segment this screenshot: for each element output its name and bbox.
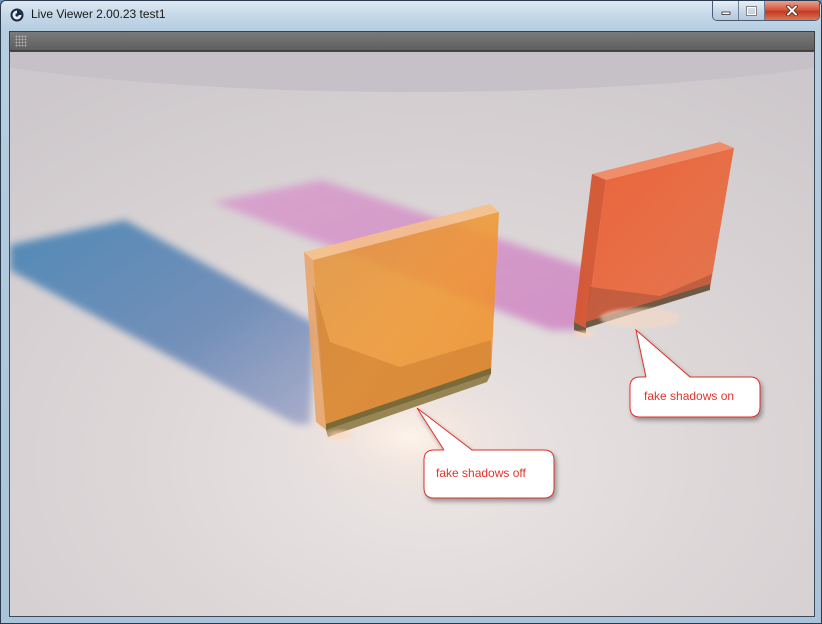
callout-fake-shadows-off: fake shadows off xyxy=(436,466,526,480)
title-bar[interactable]: Live Viewer 2.00.23 test1 xyxy=(1,1,821,29)
maximize-icon xyxy=(746,5,757,16)
render-scene xyxy=(10,52,814,616)
callout-fake-shadows-on: fake shadows on xyxy=(644,389,735,403)
caption-buttons xyxy=(712,1,820,21)
window-title: Live Viewer 2.00.23 test1 xyxy=(31,7,166,21)
viewer-toolbar xyxy=(9,31,815,51)
grip-icon[interactable] xyxy=(15,35,27,47)
maximize-button[interactable] xyxy=(739,1,765,20)
close-icon xyxy=(786,5,798,16)
render-viewport[interactable]: fake shadows off fake shadows on xyxy=(9,51,815,617)
minimize-icon xyxy=(721,11,730,15)
cinema4d-icon xyxy=(10,8,24,22)
viewer-window: Live Viewer 2.00.23 test1 fake shadows o… xyxy=(0,0,822,624)
close-button[interactable] xyxy=(765,1,819,20)
minimize-button[interactable] xyxy=(713,1,739,20)
